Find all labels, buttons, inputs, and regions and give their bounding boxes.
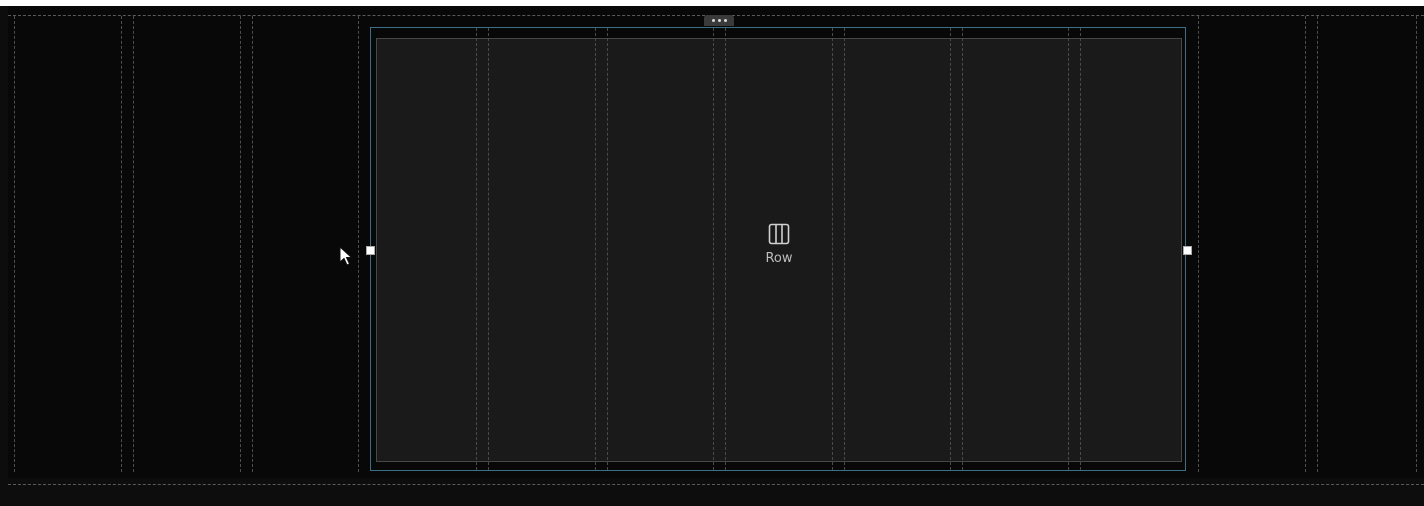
section-bottom-guide [8, 484, 1424, 485]
column-guide [240, 16, 241, 472]
resize-handle-left[interactable] [366, 246, 375, 255]
column-guide [1198, 16, 1199, 472]
more-dot [723, 19, 727, 22]
more-dot [717, 19, 721, 22]
resize-handle-right[interactable] [1183, 246, 1192, 255]
column-guide [133, 16, 134, 472]
column-guide [1317, 16, 1318, 472]
column-guide [1305, 16, 1306, 472]
row-type-label: Row [765, 251, 793, 266]
columns-icon [768, 223, 790, 245]
mouse-pointer-icon [339, 246, 353, 266]
column-guide [14, 16, 15, 472]
column-guide [252, 16, 253, 472]
column-guide [1416, 16, 1417, 472]
more-options-button[interactable] [704, 15, 734, 26]
column-guide [121, 16, 122, 472]
row-placeholder: Row [748, 223, 810, 279]
more-horizontal-icon [711, 19, 715, 22]
column-guide [358, 16, 359, 472]
editor-canvas: Row [0, 0, 1424, 506]
